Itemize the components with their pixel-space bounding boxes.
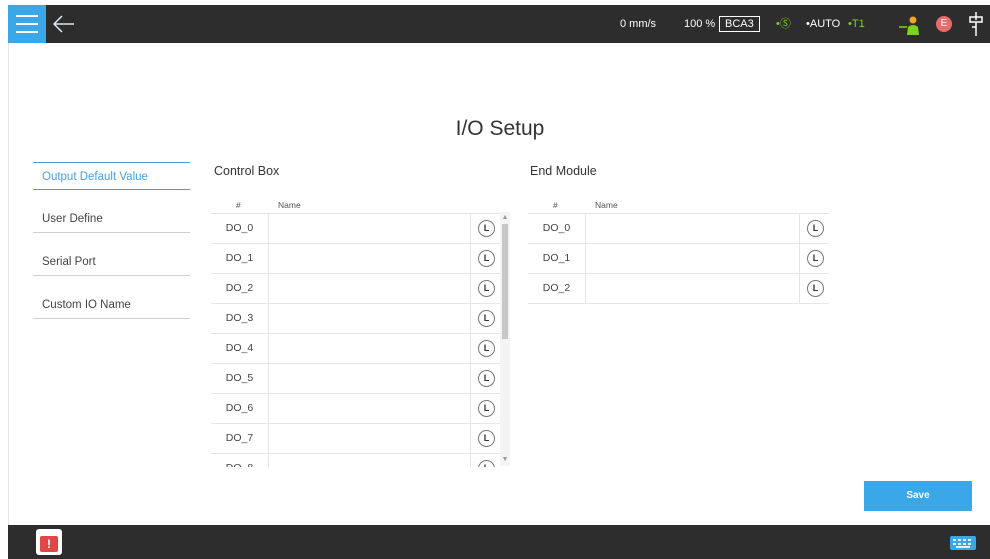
level-toggle[interactable]: L xyxy=(807,220,824,237)
save-button[interactable]: Save xyxy=(864,481,972,511)
level-toggle[interactable]: L xyxy=(478,460,495,467)
speed-readout: 0 mm/s xyxy=(620,18,657,30)
control-box-col-name: Name xyxy=(278,200,301,210)
page-title: I/O Setup xyxy=(455,117,545,140)
mode-box[interactable]: BCA3 xyxy=(719,16,760,32)
t1-status: •T1 xyxy=(848,18,865,30)
io-number: DO_8 xyxy=(211,454,269,467)
sidebar-item-custom-io-name[interactable]: Custom IO Name xyxy=(33,291,190,319)
level-toggle[interactable]: L xyxy=(807,250,824,267)
scroll-down-icon[interactable]: ▼ xyxy=(501,456,509,464)
io-name-field[interactable] xyxy=(269,424,470,453)
sidebar-item-user-define[interactable]: User Define xyxy=(33,205,190,233)
bottom-bar: ! xyxy=(8,525,990,559)
table-row: DO_5 L xyxy=(211,363,500,393)
sidebar-item-output-default-value[interactable]: Output Default Value xyxy=(33,162,190,190)
io-name-field[interactable] xyxy=(269,214,470,243)
io-number: DO_6 xyxy=(211,394,269,423)
table-row: DO_2 L xyxy=(211,273,500,303)
io-number: DO_0 xyxy=(211,214,269,243)
control-box-table: DO_0 L DO_1 L DO_2 L DO_3 L DO_4 L DO_5 … xyxy=(211,213,500,467)
control-box-scrollbar[interactable]: ▲ ▼ xyxy=(500,212,510,466)
table-row: DO_3 L xyxy=(211,303,500,333)
level-toggle[interactable]: L xyxy=(478,400,495,417)
level-toggle[interactable]: L xyxy=(478,280,495,297)
io-name-field[interactable] xyxy=(586,214,799,243)
back-arrow-icon xyxy=(52,15,74,33)
error-badge[interactable]: E xyxy=(936,16,952,32)
io-name-field[interactable] xyxy=(269,334,470,363)
table-row: DO_8 L xyxy=(211,453,500,467)
control-box-title: Control Box xyxy=(214,164,280,178)
level-toggle[interactable]: L xyxy=(478,370,495,387)
keyboard-icon[interactable] xyxy=(950,536,976,550)
io-number: DO_0 xyxy=(528,214,586,243)
table-row: DO_4 L xyxy=(211,333,500,363)
scrollbar-thumb[interactable] xyxy=(502,224,508,339)
table-row: DO_6 L xyxy=(211,393,500,423)
io-name-field[interactable] xyxy=(269,274,470,303)
table-row: DO_1 L xyxy=(528,243,829,273)
alert-icon: ! xyxy=(40,536,58,552)
end-module-title: End Module xyxy=(530,164,597,178)
end-module-table: DO_0 L DO_1 L DO_2 L xyxy=(528,213,829,304)
io-number: DO_7 xyxy=(211,424,269,453)
level-toggle[interactable]: L xyxy=(478,340,495,357)
io-number: DO_3 xyxy=(211,304,269,333)
alert-button[interactable]: ! xyxy=(36,529,62,555)
auto-mode-status: •AUTO xyxy=(806,18,841,30)
table-row: DO_0 L xyxy=(211,213,500,243)
connection-icon[interactable] xyxy=(965,10,987,38)
io-number: DO_1 xyxy=(528,244,586,273)
io-number: DO_2 xyxy=(528,274,586,303)
level-toggle[interactable]: L xyxy=(478,250,495,267)
io-name-field[interactable] xyxy=(269,454,470,467)
level-toggle[interactable]: L xyxy=(807,280,824,297)
io-name-field[interactable] xyxy=(269,244,470,273)
robot-status-icon[interactable] xyxy=(898,14,920,36)
safety-status: •Ⓢ xyxy=(776,18,791,30)
io-number: DO_1 xyxy=(211,244,269,273)
io-number: DO_5 xyxy=(211,364,269,393)
speed-percent: 100 % xyxy=(684,18,716,30)
back-arrow-button[interactable] xyxy=(50,9,80,39)
io-name-field[interactable] xyxy=(269,304,470,333)
end-module-col-name: Name xyxy=(595,200,618,210)
io-name-field[interactable] xyxy=(586,244,799,273)
control-box-col-num: # xyxy=(236,200,241,210)
level-toggle[interactable]: L xyxy=(478,220,495,237)
hamburger-menu-button[interactable] xyxy=(8,5,46,43)
table-row: DO_7 L xyxy=(211,423,500,453)
io-name-field[interactable] xyxy=(269,394,470,423)
level-toggle[interactable]: L xyxy=(478,430,495,447)
table-row: DO_0 L xyxy=(528,213,829,243)
table-row: DO_2 L xyxy=(528,273,829,304)
sidebar-item-serial-port[interactable]: Serial Port xyxy=(33,248,190,276)
end-module-col-num: # xyxy=(553,200,558,210)
table-row: DO_1 L xyxy=(211,243,500,273)
level-toggle[interactable]: L xyxy=(478,310,495,327)
io-name-field[interactable] xyxy=(586,274,799,303)
io-name-field[interactable] xyxy=(269,364,470,393)
top-bar: 0 mm/s 100 % BCA3 •Ⓢ •AUTO •T1 E xyxy=(8,5,990,43)
io-number: DO_2 xyxy=(211,274,269,303)
io-number: DO_4 xyxy=(211,334,269,363)
scroll-up-icon[interactable]: ▲ xyxy=(501,214,509,222)
